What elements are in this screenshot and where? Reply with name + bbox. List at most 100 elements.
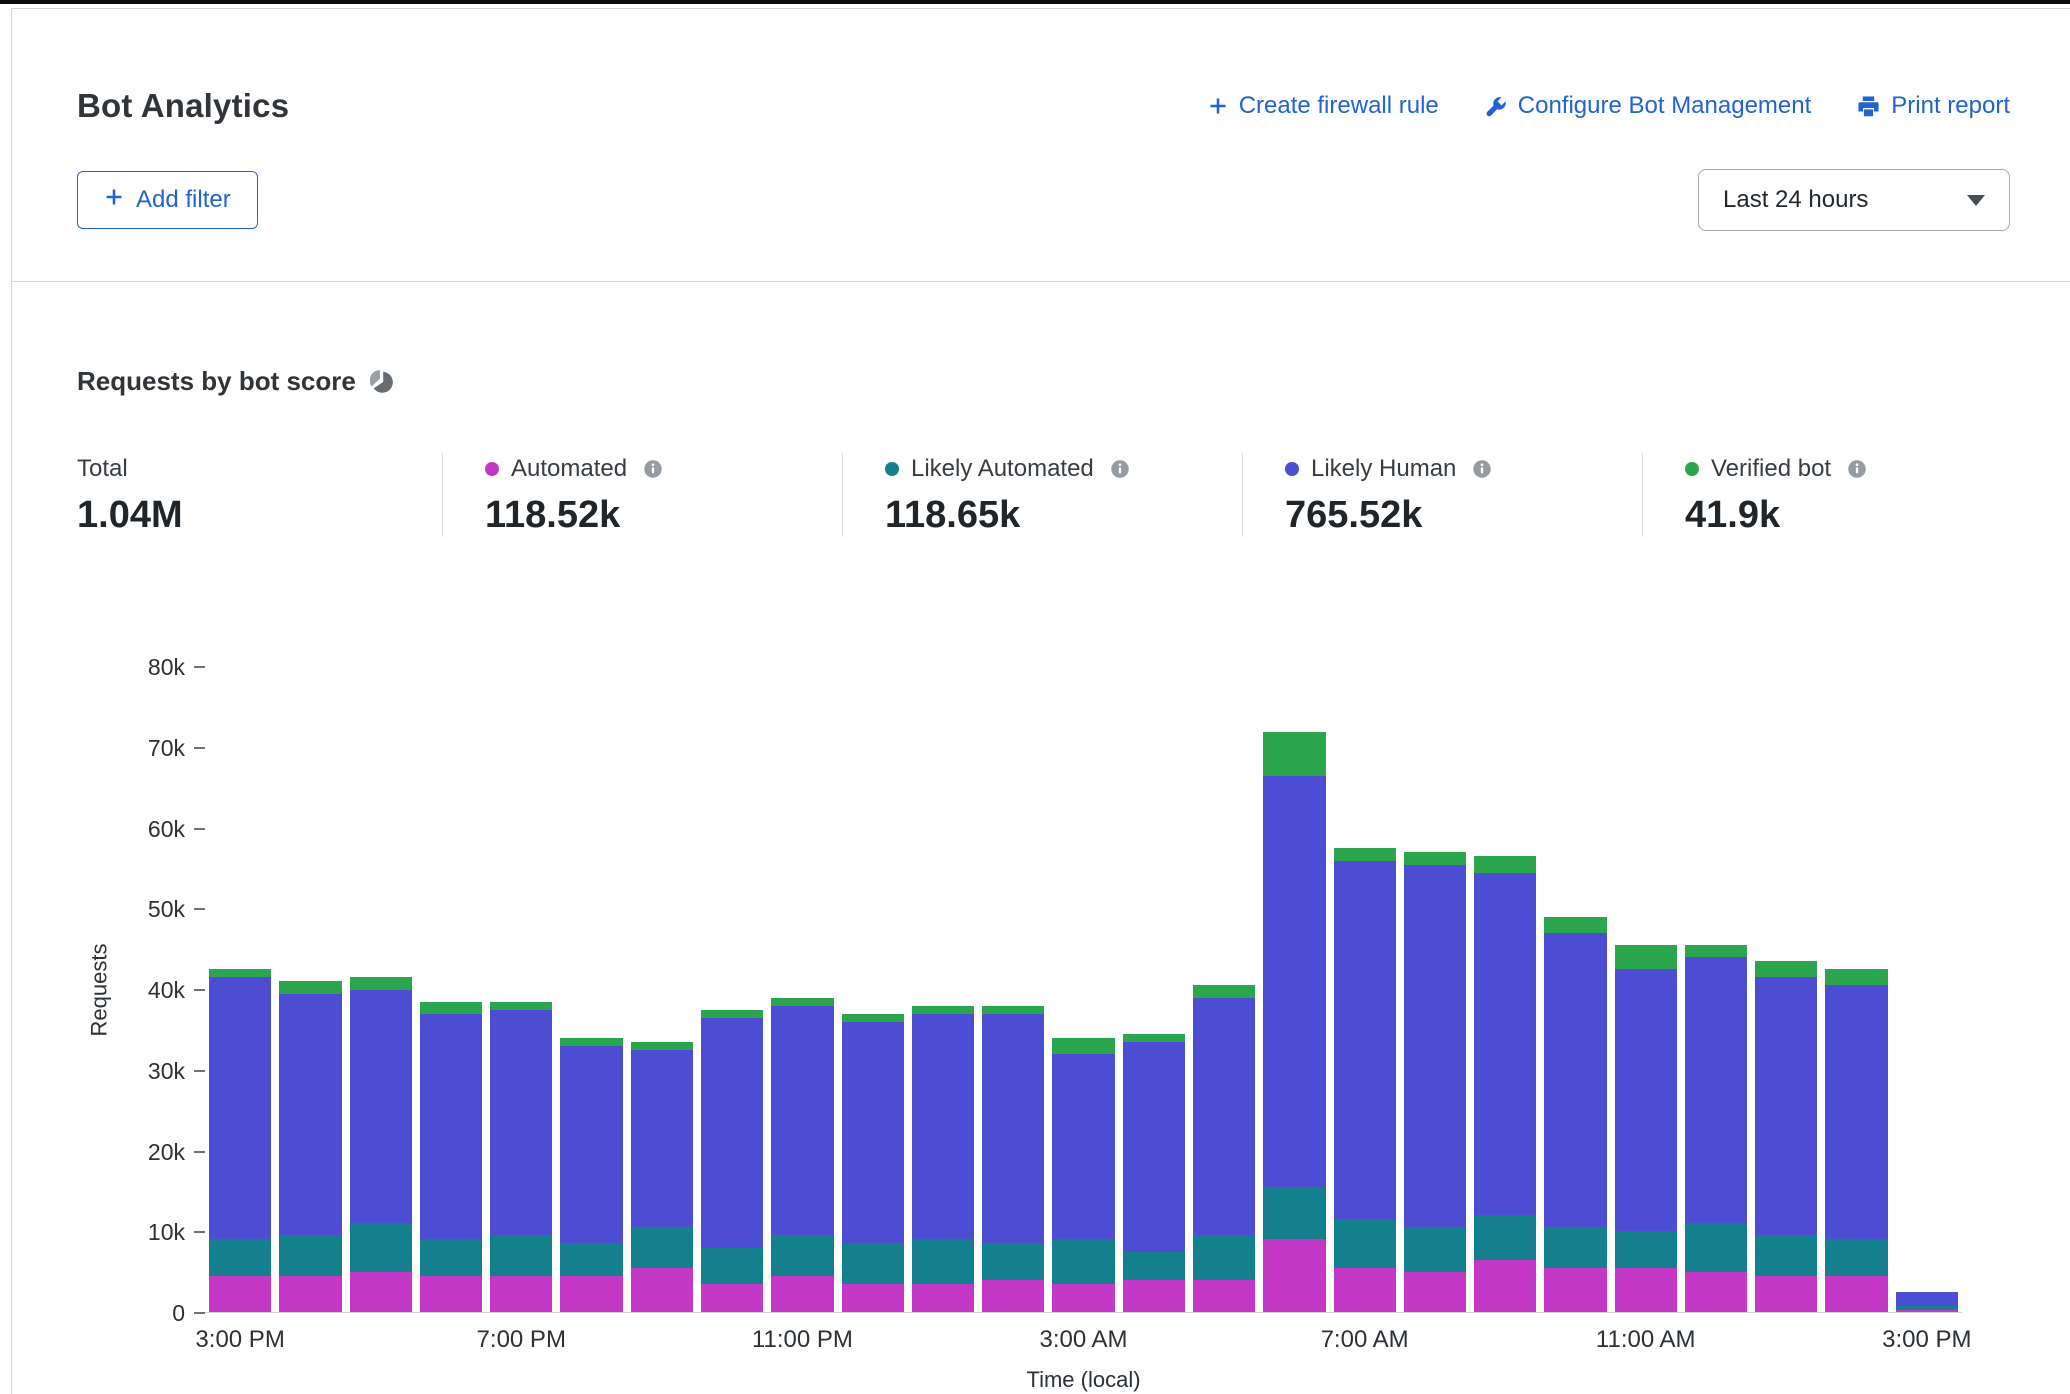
stat-value: 1.04M xyxy=(77,493,442,537)
y-tick-label: 80k xyxy=(105,654,185,680)
bar-segment-automated xyxy=(490,1276,552,1312)
stat-label: Likely Automated xyxy=(911,455,1094,483)
bar-segment-automated xyxy=(631,1268,693,1312)
stat-likely-human: Likely Human765.52k xyxy=(1242,453,1642,537)
y-tick-mark xyxy=(194,989,205,991)
bar-segment-likely-human xyxy=(982,1014,1044,1244)
panel-header: Bot Analytics Create firewall rule Config… xyxy=(12,9,2070,282)
bar-hour-9[interactable] xyxy=(838,667,908,1312)
bar-segment-verified-bot xyxy=(1825,969,1887,985)
bar-segment-automated xyxy=(1334,1268,1396,1312)
info-icon[interactable] xyxy=(1472,459,1492,479)
y-tick-label: 50k xyxy=(105,896,185,922)
bar-hour-3[interactable] xyxy=(416,667,486,1312)
bar-hour-17[interactable] xyxy=(1400,667,1470,1312)
y-tick-mark xyxy=(194,666,205,668)
stat-value: 118.52k xyxy=(485,493,842,537)
bar-segment-verified-bot xyxy=(1123,1034,1185,1042)
bar-segment-likely-automated xyxy=(490,1235,552,1275)
print-report-link[interactable]: Print report xyxy=(1857,92,2010,120)
bar-segment-likely-automated xyxy=(1193,1235,1255,1279)
action-label: Configure Bot Management xyxy=(1518,92,1812,120)
bar-hour-14[interactable] xyxy=(1189,667,1259,1312)
y-tick-label: 70k xyxy=(105,735,185,761)
info-icon[interactable] xyxy=(1847,459,1867,479)
stat-automated: Automated118.52k xyxy=(442,453,842,537)
bar-segment-automated xyxy=(1755,1276,1817,1312)
bar-segment-likely-human xyxy=(560,1046,622,1244)
bar-hour-4[interactable] xyxy=(486,667,556,1312)
bar-hour-22[interactable] xyxy=(1751,667,1821,1312)
x-axis-title: Time (local) xyxy=(1026,1367,1140,1393)
bar-segment-likely-human xyxy=(1825,985,1887,1239)
page-title: Bot Analytics xyxy=(77,87,289,125)
bar-segment-automated xyxy=(701,1284,763,1312)
add-filter-button[interactable]: Add filter xyxy=(77,171,258,229)
bar-segment-automated xyxy=(1404,1272,1466,1312)
y-tick-mark xyxy=(194,1070,205,1072)
stat-value: 41.9k xyxy=(1685,493,2042,537)
info-icon[interactable] xyxy=(1110,459,1130,479)
y-tick-label: 20k xyxy=(105,1139,185,1165)
bar-hour-19[interactable] xyxy=(1540,667,1610,1312)
bar-segment-automated xyxy=(842,1284,904,1312)
bar-hour-16[interactable] xyxy=(1330,667,1400,1312)
bar-hour-21[interactable] xyxy=(1681,667,1751,1312)
bar-segment-verified-bot xyxy=(1052,1038,1114,1054)
bar-segment-verified-bot xyxy=(1755,961,1817,977)
bar-hour-6[interactable] xyxy=(627,667,697,1312)
bar-hour-12[interactable] xyxy=(1048,667,1118,1312)
bar-segment-likely-automated xyxy=(560,1243,622,1275)
bar-hour-8[interactable] xyxy=(767,667,837,1312)
bar-segment-likely-human xyxy=(1896,1292,1958,1306)
bar-segment-likely-human xyxy=(1755,977,1817,1235)
stats-row: Total 1.04M Automated118.52k Likely Autom… xyxy=(77,453,2070,537)
bar-hour-24[interactable] xyxy=(1892,667,1962,1312)
y-tick-label: 10k xyxy=(105,1219,185,1245)
bar-hour-2[interactable] xyxy=(346,667,416,1312)
bar-segment-likely-automated xyxy=(771,1235,833,1275)
bar-hour-5[interactable] xyxy=(556,667,626,1312)
bar-hour-1[interactable] xyxy=(275,667,345,1312)
bar-segment-likely-human xyxy=(1052,1054,1114,1239)
bar-segment-likely-human xyxy=(490,1010,552,1236)
bar-segment-likely-automated xyxy=(842,1243,904,1283)
bar-hour-23[interactable] xyxy=(1821,667,1891,1312)
info-icon[interactable] xyxy=(643,459,663,479)
bar-segment-likely-automated xyxy=(631,1227,693,1267)
bar-segment-automated xyxy=(1474,1260,1536,1312)
bar-hour-11[interactable] xyxy=(978,667,1048,1312)
bar-hour-7[interactable] xyxy=(697,667,767,1312)
stat-label: Total xyxy=(77,455,128,483)
bar-hour-13[interactable] xyxy=(1119,667,1189,1312)
bar-hour-15[interactable] xyxy=(1259,667,1329,1312)
create-firewall-rule-link[interactable]: Create firewall rule xyxy=(1208,92,1439,120)
stat-label: Likely Human xyxy=(1311,455,1456,483)
bar-segment-likely-automated xyxy=(1052,1239,1114,1283)
bar-segment-verified-bot xyxy=(1404,852,1466,864)
action-label: Print report xyxy=(1891,92,2010,120)
y-tick-label: 30k xyxy=(105,1058,185,1084)
bar-segment-verified-bot xyxy=(701,1010,763,1018)
bar-hour-20[interactable] xyxy=(1611,667,1681,1312)
configure-bot-management-link[interactable]: Configure Bot Management xyxy=(1485,92,1812,120)
stat-label: Verified bot xyxy=(1711,455,1831,483)
printer-icon xyxy=(1857,95,1880,118)
time-range-select[interactable]: Last 24 hours xyxy=(1698,169,2010,231)
bar-segment-likely-human xyxy=(1474,873,1536,1216)
y-tick-mark xyxy=(194,1312,205,1314)
stat-total: Total 1.04M xyxy=(77,453,442,537)
bar-segment-verified-bot xyxy=(1263,732,1325,776)
legend-dot xyxy=(1685,462,1699,476)
requests-chart: Requests Time (local) 010k20k30k40k50k60… xyxy=(205,667,1962,1313)
bar-segment-likely-human xyxy=(1193,998,1255,1236)
bar-segment-likely-automated xyxy=(420,1239,482,1275)
bar-hour-0[interactable] xyxy=(205,667,275,1312)
plus-icon xyxy=(1208,96,1228,116)
pie-chart-icon xyxy=(370,370,394,394)
chart-plot-area xyxy=(205,667,1962,1313)
bar-segment-verified-bot xyxy=(560,1038,622,1046)
bar-hour-18[interactable] xyxy=(1470,667,1540,1312)
bar-segment-likely-human xyxy=(842,1022,904,1244)
bar-hour-10[interactable] xyxy=(908,667,978,1312)
